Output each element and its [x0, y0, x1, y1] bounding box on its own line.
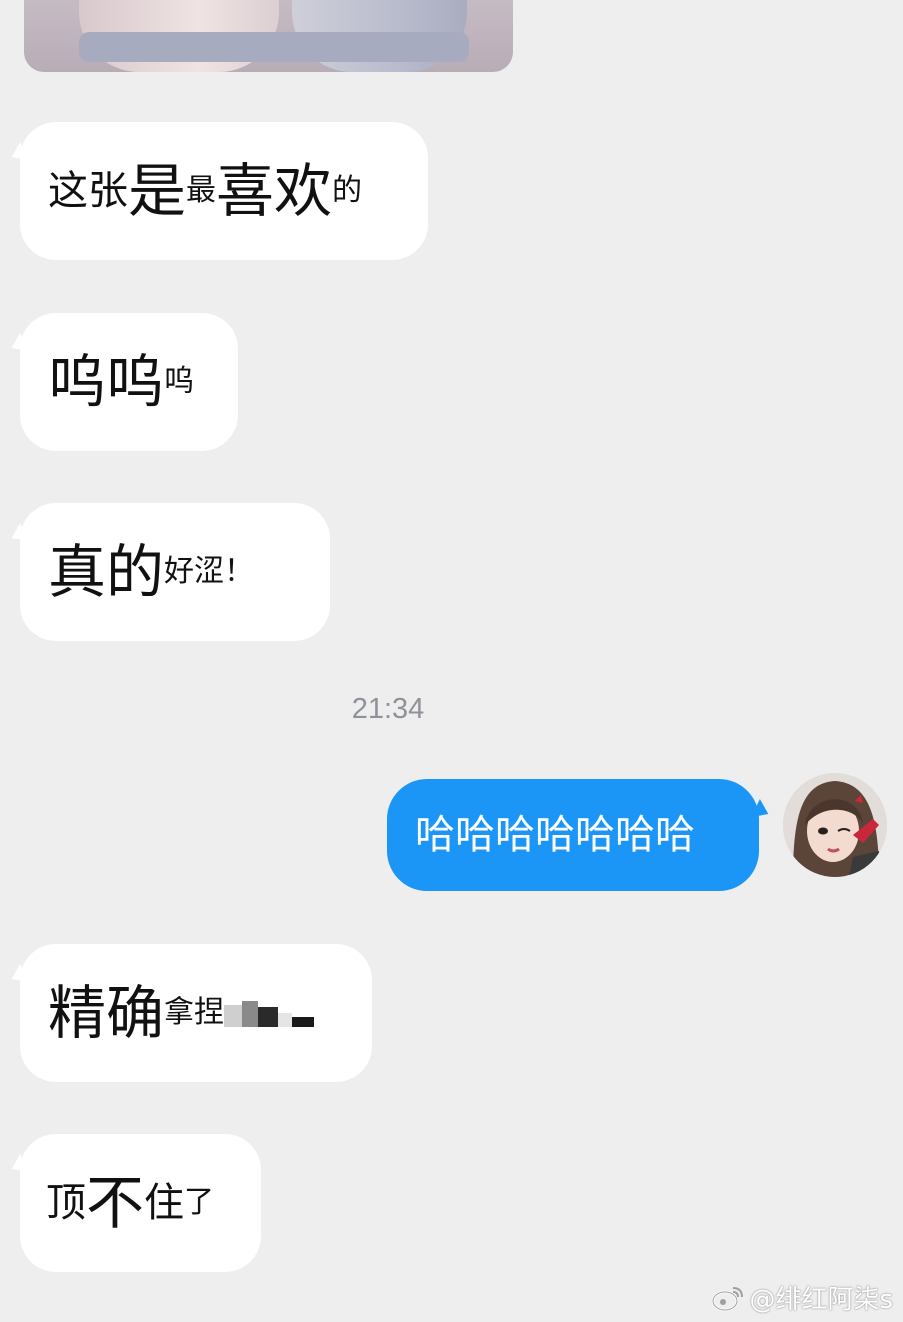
image-message[interactable]: [24, 0, 513, 72]
user-avatar[interactable]: [783, 773, 887, 877]
message-text-segment: 呜: [164, 364, 195, 399]
message-text-segment: 住: [144, 1180, 185, 1226]
message-text-segment: 呜呜: [48, 348, 165, 416]
chat-view: 这张是最喜欢的 呜呜呜 真的 好涩！ 21:34 哈哈哈哈哈哈哈 精确 拿捏 顶不住…: [0, 0, 903, 1322]
message-text-segment: 这张: [48, 168, 128, 214]
message-timestamp: 21:34: [351, 693, 425, 725]
message-text-segment: 最: [186, 173, 217, 208]
redacted-text: [224, 999, 316, 1027]
watermark-text: @绯红阿柒s: [749, 1285, 893, 1315]
message-bubble-incoming[interactable]: 精确 拿捏: [20, 944, 372, 1082]
message-text-segment: 拿捏: [164, 995, 225, 1030]
message-text-segment: 好涩！: [164, 554, 255, 589]
message-text-segment: 精确: [48, 979, 165, 1047]
message-bubble-outgoing[interactable]: 哈哈哈哈哈哈哈: [387, 779, 759, 891]
message-bubble-incoming[interactable]: 真的 好涩！: [20, 503, 330, 641]
weibo-icon: [712, 1286, 744, 1311]
message-text-segment: 顶: [46, 1180, 86, 1226]
message-text-segment: 喜欢: [216, 157, 333, 225]
message-text-segment: 的: [332, 173, 363, 208]
avatar-image: [783, 773, 887, 877]
message-bubble-incoming[interactable]: 呜呜呜: [20, 313, 238, 451]
message-text-segment: 哈哈哈哈哈哈哈: [415, 812, 695, 858]
message-bubble-incoming[interactable]: 顶不住了: [20, 1134, 261, 1272]
message-text-segment: 真的: [48, 538, 165, 606]
message-text-segment: 不: [86, 1169, 145, 1237]
message-text-segment: 了: [184, 1185, 215, 1220]
watermark: @绯红阿柒s: [711, 1279, 893, 1316]
message-bubble-incoming[interactable]: 这张是最喜欢的: [20, 122, 428, 260]
message-text-segment: 是: [128, 157, 187, 225]
